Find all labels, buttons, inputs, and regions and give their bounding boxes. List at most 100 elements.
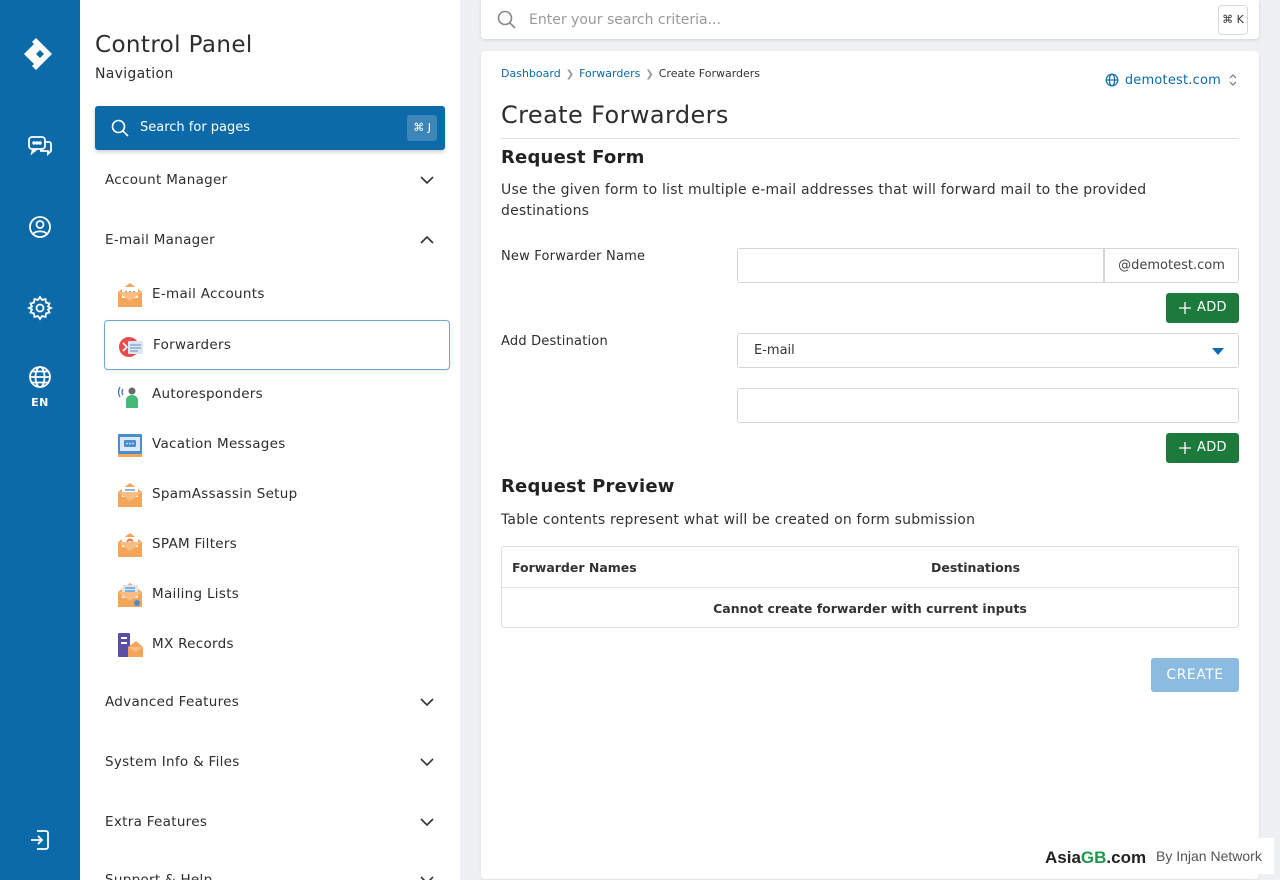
- title-divider: [501, 138, 1239, 139]
- add-destination-button[interactable]: ADD: [1166, 433, 1239, 463]
- nav-item-mailing-lists[interactable]: Mailing Lists: [104, 570, 450, 620]
- destination-type-select[interactable]: E-mail: [737, 333, 1239, 368]
- nav-item-email-accounts[interactable]: E-mail Accounts: [104, 270, 450, 320]
- nav-item-label: SpamAssassin Setup: [152, 486, 298, 502]
- nav-item-spamassassin[interactable]: SpamAssassin Setup: [104, 470, 450, 520]
- nav-item-label: Mailing Lists: [152, 586, 240, 602]
- brand-watermark: AsiaGB.com By Injan Network: [1040, 838, 1274, 874]
- nav-item-spam-filters[interactable]: SPAM Filters: [104, 520, 450, 570]
- preview-table: Forwarder Names Destinations Cannot crea…: [501, 546, 1239, 628]
- section-label: Support & Help: [105, 872, 213, 880]
- mailing-lists-icon: [118, 583, 142, 607]
- column-destinations: Destinations: [931, 560, 1021, 575]
- breadcrumb: Dashboard ❯ Forwarders ❯ Create Forwarders: [501, 67, 760, 80]
- section-advanced-features[interactable]: Advanced Features: [95, 682, 435, 722]
- section-email-manager[interactable]: E-mail Manager: [95, 220, 435, 260]
- sidebar-title: Control Panel: [95, 32, 253, 58]
- global-search-input[interactable]: [529, 8, 1209, 32]
- chevron-down-icon: [420, 818, 434, 827]
- request-preview-heading: Request Preview: [501, 476, 675, 497]
- forwarders-icon: [119, 337, 143, 357]
- global-search-bar: ⌘ K: [481, 0, 1259, 39]
- nav-item-autoresponders[interactable]: Autoresponders: [104, 370, 450, 420]
- chevron-up-down-icon: [1229, 74, 1237, 86]
- app-rail: EN: [0, 0, 80, 880]
- chevron-down-icon: [420, 876, 434, 880]
- add-button-label: ADD: [1197, 300, 1227, 315]
- language-label[interactable]: EN: [0, 396, 80, 409]
- caret-down-icon: [1212, 348, 1224, 355]
- destination-type-value: E-mail: [754, 343, 795, 358]
- create-button[interactable]: CREATE: [1151, 658, 1239, 692]
- search-icon: [497, 10, 516, 29]
- section-label: Account Manager: [105, 172, 228, 188]
- add-destination-label: Add Destination: [501, 334, 608, 349]
- email-accounts-icon: [118, 283, 142, 307]
- add-forwarder-button[interactable]: ADD: [1166, 293, 1239, 323]
- search-icon: [111, 119, 129, 137]
- chat-icon[interactable]: [26, 132, 54, 160]
- breadcrumb-separator-icon: ❯: [565, 69, 575, 80]
- section-label: Advanced Features: [105, 694, 240, 710]
- breadcrumb-forwarders[interactable]: Forwarders: [579, 67, 640, 80]
- preview-table-header: Forwarder Names Destinations: [502, 547, 1238, 588]
- nav-item-forwarders[interactable]: Forwarders: [104, 320, 450, 370]
- section-label: System Info & Files: [105, 754, 240, 770]
- user-profile-icon[interactable]: [26, 213, 54, 241]
- forwarder-name-input[interactable]: [737, 248, 1104, 283]
- chevron-down-icon: [420, 698, 434, 707]
- app-logo-icon[interactable]: [20, 34, 60, 74]
- nav-item-mx-records[interactable]: MX Records: [104, 620, 450, 670]
- breadcrumb-current: Create Forwarders: [658, 67, 761, 80]
- page-search-label: Search for pages: [140, 120, 251, 135]
- request-form-description: Use the given form to list multiple e-ma…: [501, 182, 1147, 219]
- plus-icon: [1179, 442, 1191, 454]
- globe-language-icon[interactable]: [26, 363, 54, 391]
- chevron-up-icon: [420, 235, 434, 244]
- autoresponders-icon: [117, 386, 138, 408]
- spam-filters-icon: [118, 533, 142, 557]
- request-form-heading: Request Form: [501, 147, 645, 168]
- add-button-label: ADD: [1197, 440, 1227, 455]
- nav-item-label: MX Records: [152, 636, 234, 652]
- nav-item-label: Autoresponders: [152, 386, 263, 402]
- nav-item-label: Forwarders: [153, 337, 232, 353]
- column-forwarder-names: Forwarder Names: [512, 560, 637, 575]
- page-search-button[interactable]: Search for pages ⌘ J: [95, 106, 445, 150]
- chevron-down-icon: [420, 176, 434, 185]
- section-label: E-mail Manager: [105, 232, 215, 248]
- domain-suffix: @demotest.com: [1104, 248, 1239, 283]
- nav-item-label: E-mail Accounts: [152, 286, 265, 302]
- request-preview-description: Table contents represent what will be cr…: [501, 512, 976, 528]
- section-system-info-files[interactable]: System Info & Files: [95, 742, 435, 782]
- plus-icon: [1179, 302, 1191, 314]
- section-label: Extra Features: [105, 814, 208, 830]
- page-search-shortcut: ⌘ J: [407, 115, 437, 141]
- domain-selector[interactable]: demotest.com: [1105, 71, 1239, 89]
- nav-item-label: Vacation Messages: [152, 436, 286, 452]
- section-extra-features[interactable]: Extra Features: [95, 802, 435, 842]
- brand-name: AsiaGB.com: [1045, 848, 1147, 867]
- brand-byline: By Injan Network: [1156, 848, 1262, 864]
- global-search-shortcut: ⌘ K: [1218, 5, 1248, 35]
- navigation-sidebar: Control Panel Navigation Search for page…: [80, 0, 460, 880]
- logout-icon[interactable]: [26, 826, 54, 854]
- globe-icon: [1105, 73, 1119, 87]
- page-title: Create Forwarders: [501, 101, 729, 129]
- main-panel: Dashboard ❯ Forwarders ❯ Create Forwarders d…: [481, 51, 1259, 879]
- destination-input[interactable]: [737, 388, 1239, 423]
- chevron-down-icon: [420, 758, 434, 767]
- preview-empty-message: Cannot create forwarder with current inp…: [713, 601, 1027, 616]
- section-account-manager[interactable]: Account Manager: [95, 160, 435, 200]
- settings-gear-icon[interactable]: [26, 294, 54, 322]
- breadcrumb-dashboard[interactable]: Dashboard: [501, 67, 561, 80]
- mx-records-icon: [118, 633, 143, 657]
- sidebar-subtitle: Navigation: [95, 66, 174, 82]
- section-support-help[interactable]: Support & Help: [95, 860, 435, 880]
- spamassassin-icon: [118, 483, 142, 507]
- domain-name: demotest.com: [1124, 72, 1221, 88]
- vacation-messages-icon: [118, 434, 142, 457]
- nav-item-label: SPAM Filters: [152, 536, 238, 552]
- nav-item-vacation-messages[interactable]: Vacation Messages: [104, 420, 450, 470]
- forwarder-name-label: New Forwarder Name: [501, 249, 646, 264]
